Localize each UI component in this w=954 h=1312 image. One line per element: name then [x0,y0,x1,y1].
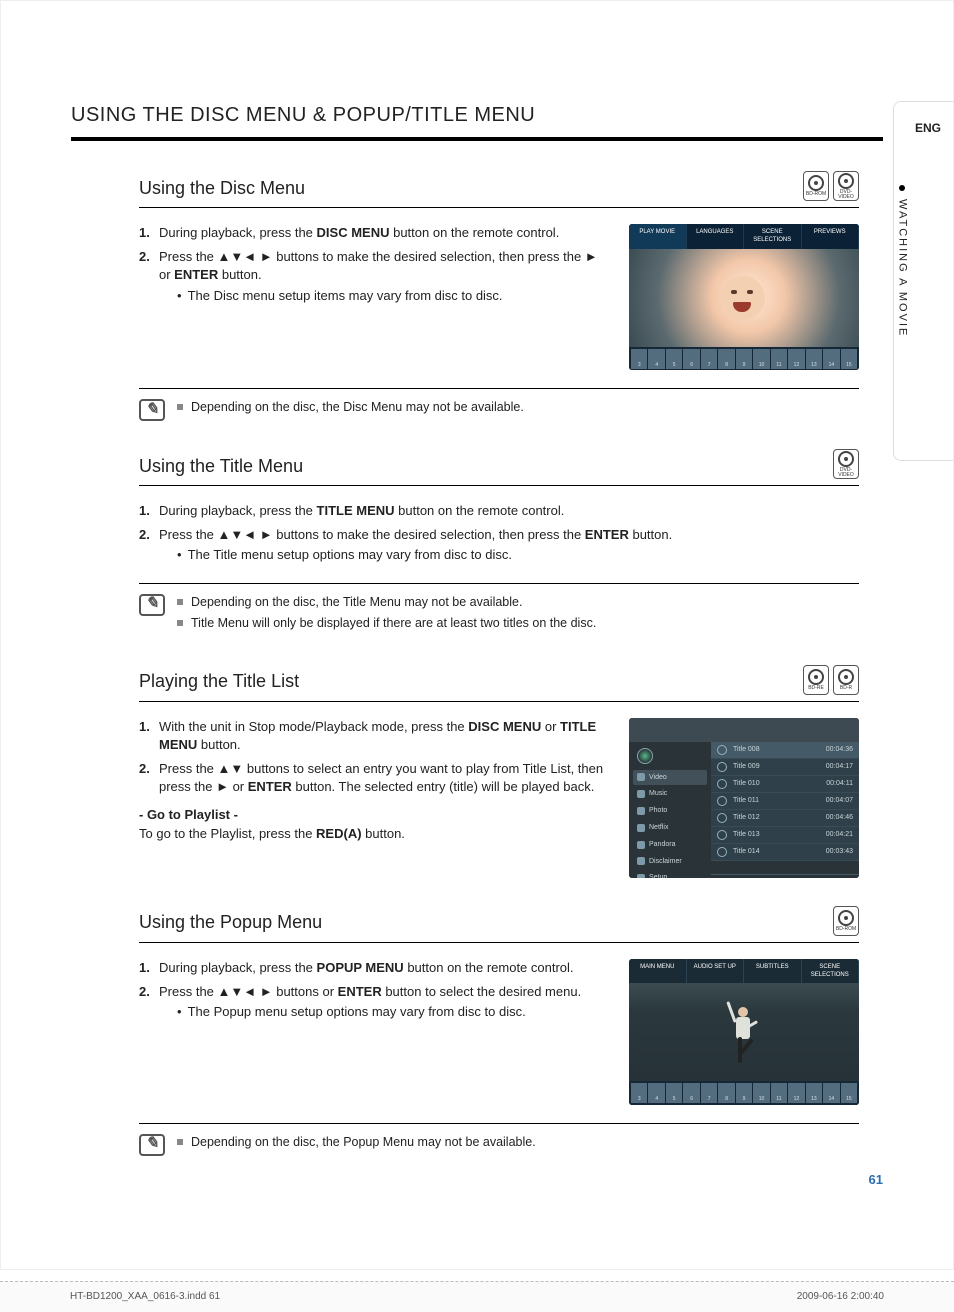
chapter-label: WATCHING A MOVIE [894,155,931,347]
sidebar-item: Netflix [633,820,707,836]
sidebar-item: Disclaimer [633,854,707,870]
section-title: Using the Popup Menu [139,910,322,935]
section-title: Playing the Title List [139,669,299,694]
goto-playlist-head: - Go to Playlist - [139,806,611,824]
disc-badge-dvdvideo: DVD-VIDEO [833,449,859,479]
fig-tab: SCENE SELECTIONS [802,959,860,984]
footer-filename: HT-BD1200_XAA_0616-3.indd 61 [70,1290,220,1304]
disc-badge-bdre: BD-RE [803,665,829,695]
goto-playlist-body: To go to the Playlist, press the RED(A) … [139,825,611,843]
section-title-list: Playing the Title List BD-RE BD-R 1. Wit… [139,665,859,878]
note-block: ✎ Depending on the disc, the Popup Menu … [139,1123,859,1156]
sidebar-item: Setup [633,870,707,877]
disc-badge-bdrom: BD-ROM [803,171,829,201]
disc-badge-bdrom: BD-ROM [833,906,859,936]
fig-tab: SCENE SELECTIONS [744,224,802,249]
step-2: 2. Press the ▲▼◄ ► buttons to make the d… [139,248,611,305]
sidebar-item: Video [633,770,707,786]
print-footer: HT-BD1200_XAA_0616-3.indd 61 2009-06-16 … [0,1281,954,1312]
note-icon: ✎ [139,594,165,616]
note-icon: ✎ [139,399,165,421]
fig-tab: MAIN MENU [629,959,687,984]
lang-label: ENG [894,102,953,155]
fig-tab: PLAY MOVIE [629,224,687,249]
list-footer: ◄ ► Page [711,874,859,877]
step-1: 1. With the unit in Stop mode/Playback m… [139,718,611,754]
section-title: Using the Title Menu [139,454,303,479]
screenshot-disc-menu: PLAY MOVIE LANGUAGES SCENE SELECTIONS PR… [629,224,859,370]
fig-tab: SUBTITLES [744,959,802,984]
list-row: Title 01400:03:43 [711,844,859,861]
section-title: Using the Disc Menu [139,176,305,201]
footer-timestamp: 2009-06-16 2:00:40 [797,1290,884,1304]
disc-badge-bdr: BD-R [833,665,859,695]
side-tab: ENG WATCHING A MOVIE [893,101,953,461]
fig-tab: PREVIEWS [802,224,860,249]
fig-tab: AUDIO SET UP [687,959,745,984]
list-row: Title 01100:04:07 [711,793,859,810]
sidebar-item: Pandora [633,837,707,853]
note-icon: ✎ [139,1134,165,1156]
step-2: 2. Press the ▲▼◄ ► buttons to make the d… [139,526,859,564]
bullet-icon [899,185,905,191]
screenshot-title-list: Video Music Photo Netflix Pandora Discla… [629,718,859,878]
disc-badge-dvdvideo: DVD-VIDEO [833,171,859,201]
disc-badges: BD-ROM DVD-VIDEO [803,171,859,201]
fig-tab: LANGUAGES [687,224,745,249]
page-number: 61 [869,1171,883,1189]
sidebar-item: Music [633,786,707,802]
list-row: Title 01300:04:21 [711,827,859,844]
note-block: ✎ Depending on the disc, the Title Menu … [139,583,859,637]
list-row: Title 01200:04:46 [711,810,859,827]
sidebar-item: Photo [633,803,707,819]
section-popup-menu: Using the Popup Menu BD-ROM 1. During pl… [139,906,859,1156]
list-row: Title 01000:04:11 [711,776,859,793]
list-row: Title 00900:04:17 [711,759,859,776]
page-title: USING THE DISC MENU & POPUP/TITLE MENU [71,101,883,141]
list-row: Title 00800:04:36 [711,742,859,759]
section-disc-menu: Using the Disc Menu BD-ROM DVD-VIDEO 1. … [139,171,859,421]
disc-icon [637,748,653,764]
section-title-menu: Using the Title Menu DVD-VIDEO 1. During… [139,449,859,637]
note-block: ✎ Depending on the disc, the Disc Menu m… [139,388,859,421]
step-2: 2. Press the ▲▼◄ ► buttons or ENTER butt… [139,983,611,1021]
step-1: 1. During playback, press the DISC MENU … [139,224,611,242]
step-1: 1. During playback, press the TITLE MENU… [139,502,859,520]
step-1: 1. During playback, press the POPUP MENU… [139,959,611,977]
step-2: 2. Press the ▲▼ buttons to select an ent… [139,760,611,796]
screenshot-popup-menu: MAIN MENU AUDIO SET UP SUBTITLES SCENE S… [629,959,859,1105]
